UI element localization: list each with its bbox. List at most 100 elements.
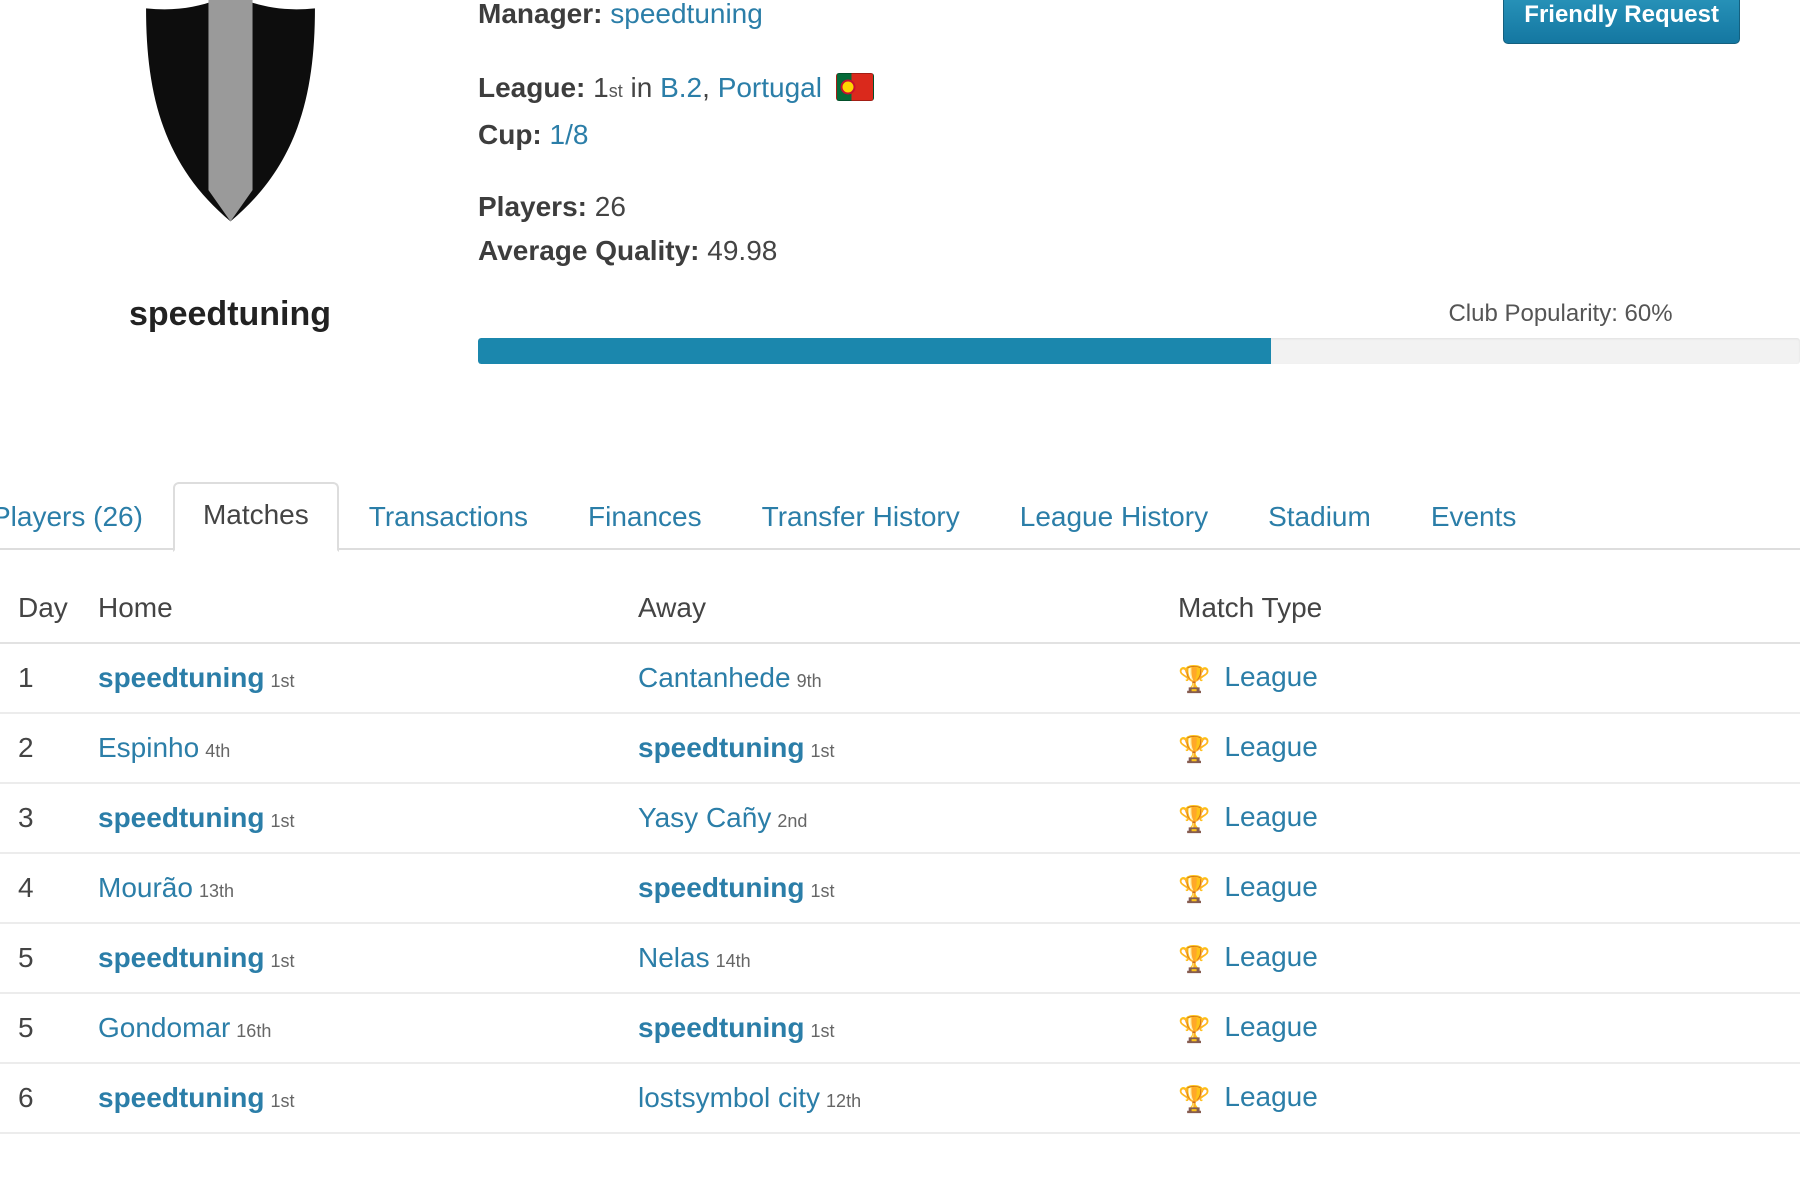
match-type-label: League [1224,661,1318,692]
trophy-icon: 🏆 [1178,804,1211,834]
cell-home: speedtuning 1st [98,1063,638,1134]
away-team-link[interactable]: speedtuning [638,872,804,903]
home-team-link[interactable]: speedtuning [98,1082,264,1113]
table-row[interactable]: 2 Espinho 4th speedtuning 1st 🏆 League [0,713,1800,784]
trophy-icon: 🏆 [1178,1014,1211,1044]
away-team-link[interactable]: Nelas [638,942,710,973]
match-type-label: League [1224,801,1318,832]
league-separator: , [702,72,710,103]
column-header-away: Away [638,578,1178,644]
cell-match-type: 🏆 League [1178,713,1800,784]
club-identity: speedtuning [60,0,400,334]
cell-home: speedtuning 1st [98,643,638,714]
away-team-rank: 12th [826,1091,862,1111]
cell-match-type: 🏆 League [1178,643,1800,714]
club-popularity: Club Popularity: 60% [478,300,1800,364]
cell-match-type: 🏆 League [1178,993,1800,1064]
club-tabs: Players (26) Matches Transactions Finances T… [0,478,1800,552]
cell-day: 2 [0,713,98,784]
manager-line: Manager: speedtuning [478,0,1478,36]
league-division-link[interactable]: B.2 [660,72,702,103]
players-count: 26 [594,191,626,222]
tab-events[interactable]: Events [1401,484,1547,552]
league-in-word: in [630,72,653,103]
home-team-link[interactable]: speedtuning [98,662,264,693]
home-team-link[interactable]: Mourão [98,872,193,903]
home-team-rank: 1st [270,1091,295,1111]
cell-away: speedtuning 1st [638,853,1178,924]
cell-day: 1 [0,643,98,714]
table-row[interactable]: 5 speedtuning 1st Nelas 14th 🏆 League [0,923,1800,994]
table-row[interactable]: 3 speedtuning 1st Yasy Cañy 2nd 🏆 League [0,783,1800,854]
table-row[interactable]: 5 Gondomar 16th speedtuning 1st 🏆 League [0,993,1800,1064]
home-team-link[interactable]: Gondomar [98,1012,230,1043]
cell-away: speedtuning 1st [638,713,1178,784]
match-type-label: League [1224,941,1318,972]
tab-transfer-history[interactable]: Transfer History [732,484,990,552]
tab-transactions[interactable]: Transactions [339,484,558,552]
trophy-icon: 🏆 [1178,1084,1211,1114]
manager-link[interactable]: speedtuning [610,0,763,29]
matches-table-body: 1 speedtuning 1st Cantanhede 9th 🏆 League 2 Espi… [0,643,1800,1134]
away-team-link[interactable]: Cantanhede [638,662,791,693]
cell-day: 5 [0,993,98,1064]
away-team-link[interactable]: Yasy Cañy [638,802,771,833]
cell-away: Nelas 14th [638,923,1178,994]
table-row[interactable]: 4 Mourão 13th speedtuning 1st 🏆 League [0,853,1800,924]
players-label: Players: [478,191,587,222]
league-country-link[interactable]: Portugal [718,72,822,103]
match-type-label: League [1224,1011,1318,1042]
home-team-rank: 16th [236,1021,272,1041]
tab-matches[interactable]: Matches [172,482,339,552]
cell-day: 5 [0,923,98,994]
away-team-link[interactable]: lostsymbol city [638,1082,820,1113]
players-line: Players: 26 [478,185,1478,229]
cell-home: speedtuning 1st [98,783,638,854]
column-header-day: Day [0,578,98,644]
home-team-link[interactable]: speedtuning [98,802,264,833]
popularity-fill [478,338,1272,364]
cell-match-type: 🏆 League [1178,923,1800,994]
trophy-icon: 🏆 [1178,734,1211,764]
tab-finances[interactable]: Finances [558,484,732,552]
friendly-request-button[interactable]: Friendly Request [1503,0,1740,44]
trophy-icon: 🏆 [1178,664,1211,694]
tab-stadium[interactable]: Stadium [1238,484,1401,552]
away-team-link[interactable]: speedtuning [638,1012,804,1043]
cell-day: 3 [0,783,98,854]
away-team-link[interactable]: speedtuning [638,732,804,763]
trophy-icon: 🏆 [1178,944,1211,974]
quality-line: Average Quality: 49.98 [478,229,1478,273]
cup-label: Cup: [478,119,542,150]
cell-away: Cantanhede 9th [638,643,1178,714]
home-team-rank: 1st [270,671,295,691]
cup-round-link[interactable]: 1/8 [550,119,589,150]
home-team-link[interactable]: Espinho [98,732,199,763]
away-team-rank: 14th [715,951,751,971]
league-position-suffix: st [608,81,623,101]
cell-day: 4 [0,853,98,924]
home-team-rank: 1st [270,951,295,971]
trophy-icon: 🏆 [1178,874,1211,904]
home-team-link[interactable]: speedtuning [98,942,264,973]
match-type-label: League [1224,871,1318,902]
table-row[interactable]: 1 speedtuning 1st Cantanhede 9th 🏆 League [0,643,1800,714]
table-row[interactable]: 6 speedtuning 1st lostsymbol city 12th 🏆 Leagu… [0,1063,1800,1134]
quality-label: Average Quality: [478,235,700,266]
home-team-rank: 13th [198,881,234,901]
popularity-track [478,338,1800,364]
home-team-rank: 4th [205,741,231,761]
tab-list: Players (26) Matches Transactions Finances T… [0,478,1800,552]
tab-league-history[interactable]: League History [990,484,1238,552]
manager-label: Manager: [478,0,603,29]
away-team-rank: 1st [810,881,835,901]
portugal-flag-icon [835,73,874,101]
popularity-label: Club Popularity: 60% [1448,300,1673,327]
away-team-rank: 2nd [777,811,808,831]
away-team-rank: 1st [810,1021,835,1041]
tab-players-26[interactable]: Players (26) [0,484,173,552]
cell-match-type: 🏆 League [1178,783,1800,854]
column-header-match-type: Match Type [1178,578,1800,644]
